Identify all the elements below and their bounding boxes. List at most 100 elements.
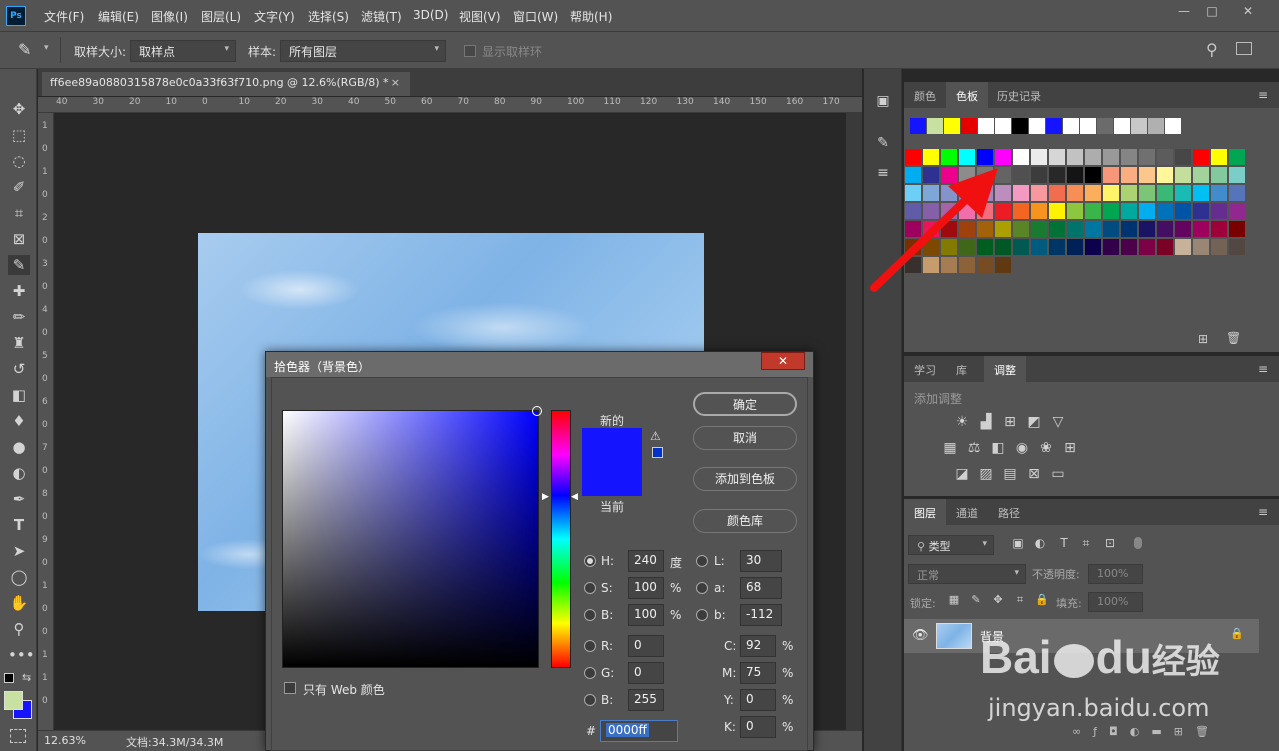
color-swatch[interactable]	[1085, 203, 1101, 219]
tab-layers[interactable]: 图层	[904, 499, 946, 525]
tab-history[interactable]: 历史记录	[987, 82, 1051, 108]
k-input[interactable]: 0	[740, 716, 776, 738]
tab-adjustments[interactable]: 调整	[984, 356, 1026, 382]
color-swatch[interactable]	[1157, 221, 1173, 237]
color-swatch[interactable]	[1085, 239, 1101, 255]
blue-input[interactable]: 255	[628, 689, 664, 711]
color-swatch[interactable]	[1193, 185, 1209, 201]
sample-select[interactable]: 所有图层 ▾	[280, 40, 446, 62]
recent-color-swatch[interactable]	[927, 118, 943, 134]
smart-filter-icon[interactable]: ⊡	[1100, 536, 1120, 554]
menu-file[interactable]: 文件(F)	[44, 8, 84, 25]
color-swatch[interactable]	[1103, 203, 1119, 219]
radio-s[interactable]	[584, 582, 596, 594]
pixel-filter-icon[interactable]: ▣	[1008, 536, 1028, 554]
color-swatch[interactable]	[1175, 185, 1191, 201]
gradient-map-icon[interactable]: ▭	[1048, 466, 1068, 484]
hue-saturation-icon[interactable]: ▦	[940, 440, 960, 458]
search-icon[interactable]: ⚲	[1206, 40, 1218, 59]
color-swatch[interactable]	[1049, 203, 1065, 219]
panel-menu-icon[interactable]: ≡	[1258, 362, 1268, 376]
ellipse-tool-icon[interactable]: ◯	[8, 567, 30, 587]
menu-help[interactable]: 帮助(H)	[570, 8, 612, 25]
stamp-tool-icon[interactable]: ♜	[8, 333, 30, 353]
swap-colors-icon[interactable]: ⇆	[22, 671, 31, 684]
ok-button[interactable]: 确定	[693, 392, 797, 416]
color-swatch[interactable]	[1049, 221, 1065, 237]
posterize-icon[interactable]: ▨	[976, 466, 996, 484]
color-swatch[interactable]	[1229, 149, 1245, 165]
color-swatch[interactable]	[1211, 149, 1227, 165]
close-tab-icon[interactable]: ×	[391, 76, 400, 89]
layer-filter-select[interactable]: ⚲ 类型 ▾	[908, 535, 994, 555]
maximize-button[interactable]: □	[1202, 4, 1222, 18]
color-swatch[interactable]	[1067, 149, 1083, 165]
hue-slider-right-handle[interactable]: ◀	[571, 492, 578, 502]
fill-input[interactable]: 100%	[1088, 592, 1143, 612]
color-swatch[interactable]	[1193, 203, 1209, 219]
color-swatch[interactable]	[1175, 239, 1191, 255]
pen-tool-icon[interactable]: ✒	[8, 489, 30, 509]
brush-settings-icon[interactable]: ✎	[873, 135, 893, 153]
zoom-tool-icon[interactable]: ⚲	[8, 619, 30, 639]
l-input[interactable]: 30	[740, 550, 782, 572]
s-input[interactable]: 100	[628, 577, 664, 599]
document-tab[interactable]: ff6ee89a0880315878e0c0a33f63f710.png @ 1…	[42, 72, 410, 96]
menu-select[interactable]: 选择(S)	[308, 8, 349, 25]
color-swatch[interactable]	[1085, 185, 1101, 201]
hue-slider-left-handle[interactable]: ▶	[542, 492, 549, 502]
close-window-button[interactable]: ✕	[1238, 4, 1258, 18]
color-swatch[interactable]	[1049, 149, 1065, 165]
lock-pixels-icon[interactable]: ▦	[944, 593, 964, 611]
a-input[interactable]: 68	[740, 577, 782, 599]
foreground-color-swatch[interactable]	[4, 691, 23, 710]
current-color-swatch[interactable]	[582, 462, 642, 496]
radio-b[interactable]	[584, 609, 596, 621]
color-swatch[interactable]	[1193, 167, 1209, 183]
paint-bucket-tool-icon[interactable]: ♦	[8, 411, 30, 431]
new-swatch-icon[interactable]: ⊞	[1198, 332, 1208, 346]
m-input[interactable]: 75	[740, 662, 776, 684]
threshold-icon[interactable]: ▤	[1000, 466, 1020, 484]
color-swatch[interactable]	[1157, 167, 1173, 183]
radio-a[interactable]	[696, 582, 708, 594]
tab-libraries[interactable]: 库	[946, 356, 977, 382]
photo-filter-icon[interactable]: ◉	[1012, 440, 1032, 458]
color-swatch[interactable]	[1139, 203, 1155, 219]
blend-mode-select[interactable]: 正常 ▾	[908, 564, 1026, 584]
trash-icon[interactable]: 🗑	[1226, 331, 1241, 345]
recent-color-swatch[interactable]	[1046, 118, 1062, 134]
color-swatch[interactable]	[1049, 239, 1065, 255]
color-swatch[interactable]	[1085, 149, 1101, 165]
menu-filter[interactable]: 滤镜(T)	[361, 8, 402, 25]
menu-edit[interactable]: 编辑(E)	[98, 8, 139, 25]
color-swatch[interactable]	[1211, 167, 1227, 183]
sample-size-select[interactable]: 取样点 ▾	[130, 40, 236, 62]
color-swatch[interactable]	[1211, 221, 1227, 237]
adjustment-filter-icon[interactable]: ◐	[1030, 536, 1050, 554]
color-swatch[interactable]	[1229, 185, 1245, 201]
menu-type[interactable]: 文字(Y)	[254, 8, 295, 25]
eraser-tool-icon[interactable]: ◧	[8, 385, 30, 405]
color-swatch[interactable]	[1103, 221, 1119, 237]
recent-color-swatch[interactable]	[961, 118, 977, 134]
warning-icon[interactable]: ⚠	[650, 429, 661, 443]
move-tool-icon[interactable]: ✥	[8, 99, 30, 119]
zoom-level[interactable]: 12.63%	[44, 734, 86, 747]
chevron-down-icon[interactable]: ▾	[44, 43, 49, 53]
radio-h[interactable]	[584, 555, 596, 567]
history-brush-tool-icon[interactable]: ↺	[8, 359, 30, 379]
web-colors-checkbox[interactable]	[284, 682, 296, 694]
color-swatch[interactable]	[1193, 221, 1209, 237]
brush-tool-icon[interactable]: ✏	[8, 307, 30, 327]
color-swatch[interactable]	[1175, 203, 1191, 219]
selective-color-icon[interactable]: ⊠	[1024, 466, 1044, 484]
tab-swatches[interactable]: 色板	[946, 82, 988, 108]
dialog-close-button[interactable]: ✕	[761, 352, 805, 370]
color-swatch[interactable]	[1175, 167, 1191, 183]
black-white-icon[interactable]: ◧	[988, 440, 1008, 458]
tab-color[interactable]: 颜色	[904, 82, 946, 108]
dodge-tool-icon[interactable]: ◐	[8, 463, 30, 483]
color-swatch[interactable]	[1067, 239, 1083, 255]
path-select-tool-icon[interactable]: ➤	[8, 541, 30, 561]
